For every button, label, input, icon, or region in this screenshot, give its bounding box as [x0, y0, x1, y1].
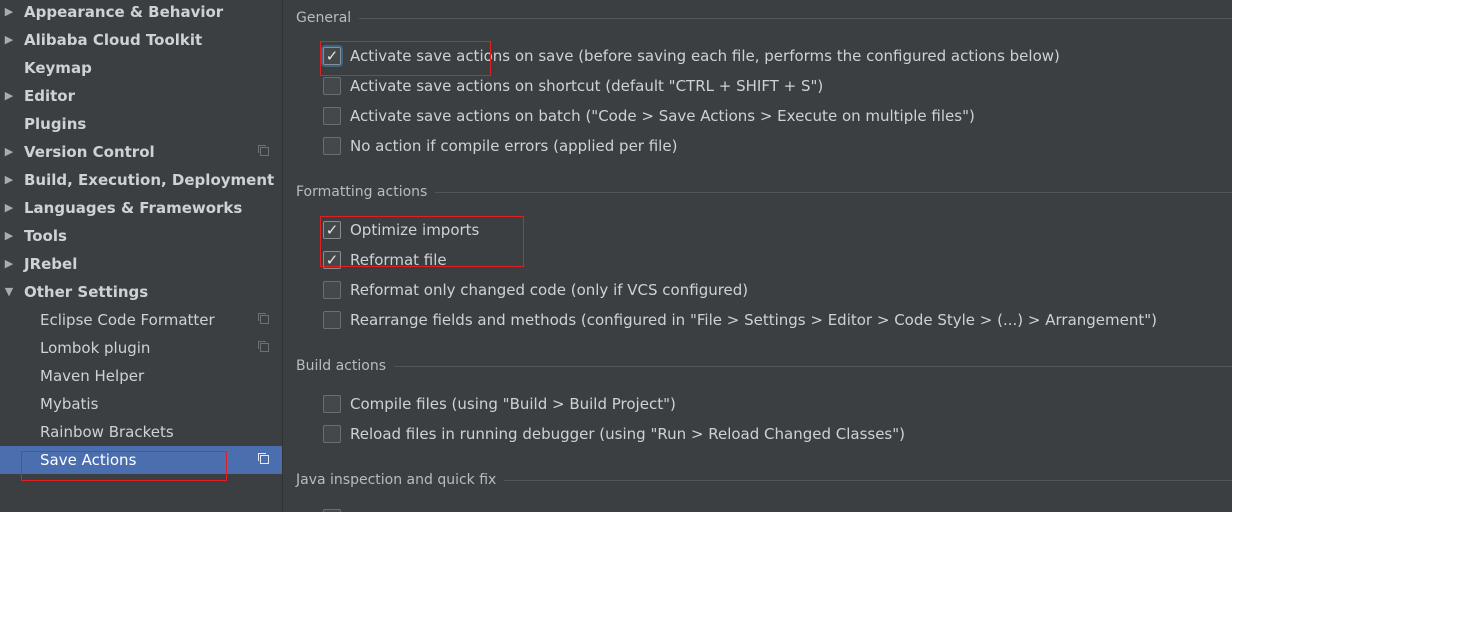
option-label: Reload files in running debugger (using … — [350, 425, 905, 443]
sidebar-item-label: Save Actions — [40, 451, 137, 469]
section-divider — [296, 366, 1232, 367]
sidebar-item-keymap[interactable]: Keymap — [0, 54, 282, 82]
reformat-changed-code-checkbox[interactable] — [323, 281, 341, 299]
activate-on-shortcut-checkbox[interactable] — [323, 77, 341, 95]
settings-sidebar: ▶ Appearance & Behavior ▶ Alibaba Cloud … — [0, 0, 283, 512]
sidebar-item-languages-frameworks[interactable]: ▶ Languages & Frameworks — [0, 194, 282, 222]
sidebar-item-label: Lombok plugin — [40, 339, 151, 357]
expand-arrow-icon[interactable]: ▶ — [3, 166, 15, 194]
section-general: General — [296, 8, 1232, 28]
option-label: Optimize imports — [350, 221, 480, 239]
sidebar-item-label: Eclipse Code Formatter — [40, 311, 215, 329]
section-title: General — [296, 10, 360, 26]
expand-arrow-icon[interactable]: ▶ — [3, 82, 15, 110]
section-java-inspection: Java inspection and quick fix — [296, 470, 1232, 490]
expand-arrow-icon[interactable]: ▶ — [3, 194, 15, 222]
section-divider — [296, 18, 1232, 19]
sidebar-item-tools[interactable]: ▶ Tools — [0, 222, 282, 250]
settings-window: ▶ Appearance & Behavior ▶ Alibaba Cloud … — [0, 0, 1232, 512]
section-title: Java inspection and quick fix — [296, 472, 505, 488]
option-label: Compile files (using "Build > Build Proj… — [350, 395, 676, 413]
sidebar-item-eclipse-code-formatter[interactable]: Eclipse Code Formatter — [0, 306, 282, 334]
sidebar-item-label: Other Settings — [24, 283, 149, 301]
no-action-compile-errors-checkbox[interactable] — [323, 137, 341, 155]
sidebar-item-label: Editor — [24, 87, 75, 105]
sidebar-item-label: Rainbow Brackets — [40, 423, 174, 441]
sidebar-item-label: Plugins — [24, 115, 87, 133]
expand-arrow-icon[interactable]: ▶ — [3, 0, 15, 26]
project-settings-icon — [258, 145, 269, 156]
option-label: Rearrange fields and methods (configured… — [350, 311, 1158, 329]
sidebar-item-label: Keymap — [24, 59, 92, 77]
sidebar-item-maven-helper[interactable]: Maven Helper — [0, 362, 282, 390]
sidebar-item-plugins[interactable]: Plugins — [0, 110, 282, 138]
collapse-arrow-icon[interactable]: ▼ — [3, 278, 15, 306]
section-divider — [296, 192, 1232, 193]
sidebar-item-label: Build, Execution, Deployment — [24, 171, 275, 189]
sidebar-item-jrebel[interactable]: ▶ JRebel — [0, 250, 282, 278]
save-actions-panel: General ✓ Activate save actions on save … — [283, 0, 1232, 512]
reload-files-checkbox[interactable] — [323, 425, 341, 443]
option-label: Reformat only changed code (only if VCS … — [350, 281, 749, 299]
expand-arrow-icon[interactable]: ▶ — [3, 250, 15, 278]
project-settings-icon — [258, 341, 269, 352]
sidebar-item-lombok-plugin[interactable]: Lombok plugin — [0, 334, 282, 362]
reformat-file-checkbox[interactable]: ✓ — [323, 251, 341, 269]
sidebar-item-label: Appearance & Behavior — [24, 3, 224, 21]
project-settings-icon — [258, 453, 269, 464]
sidebar-item-label: Maven Helper — [40, 367, 145, 385]
sidebar-item-build-execution-deployment[interactable]: ▶ Build, Execution, Deployment — [0, 166, 282, 194]
option-label: Activate save actions on batch ("Code > … — [350, 107, 975, 125]
sidebar-item-other-settings[interactable]: ▼ Other Settings — [0, 278, 282, 306]
sidebar-item-label: Tools — [24, 227, 67, 245]
expand-arrow-icon[interactable]: ▶ — [3, 138, 15, 166]
sidebar-item-version-control[interactable]: ▶ Version Control — [0, 138, 282, 166]
expand-arrow-icon[interactable]: ▶ — [3, 26, 15, 54]
expand-arrow-icon[interactable]: ▶ — [3, 222, 15, 250]
activate-on-batch-checkbox[interactable] — [323, 107, 341, 125]
option-label: No action if compile errors (applied per… — [350, 137, 678, 155]
sidebar-item-editor[interactable]: ▶ Editor — [0, 82, 282, 110]
option-label: Reformat file — [350, 251, 447, 269]
sidebar-item-mybatis[interactable]: Mybatis — [0, 390, 282, 418]
sidebar-item-alibaba-cloud-toolkit[interactable]: ▶ Alibaba Cloud Toolkit — [0, 26, 282, 54]
java-inspection-checkbox[interactable] — [323, 509, 341, 512]
section-title: Build actions — [296, 358, 394, 374]
section-formatting-actions: Formatting actions — [296, 182, 1232, 202]
activate-on-save-checkbox[interactable]: ✓ — [323, 47, 341, 65]
compile-files-checkbox[interactable] — [323, 395, 341, 413]
sidebar-item-save-actions[interactable]: Save Actions — [0, 446, 282, 474]
sidebar-item-label: JRebel — [24, 255, 78, 273]
section-build-actions: Build actions — [296, 356, 1232, 376]
option-label: Activate save actions on shortcut (defau… — [350, 77, 824, 95]
sidebar-item-label: Languages & Frameworks — [24, 199, 243, 217]
option-label: Activate save actions on save (before sa… — [350, 47, 1060, 65]
sidebar-item-appearance-behavior[interactable]: ▶ Appearance & Behavior — [0, 0, 282, 26]
optimize-imports-checkbox[interactable]: ✓ — [323, 221, 341, 239]
rearrange-fields-checkbox[interactable] — [323, 311, 341, 329]
sidebar-item-rainbow-brackets[interactable]: Rainbow Brackets — [0, 418, 282, 446]
sidebar-item-label: Mybatis — [40, 395, 99, 413]
sidebar-item-label: Alibaba Cloud Toolkit — [24, 31, 203, 49]
section-title: Formatting actions — [296, 184, 436, 200]
project-settings-icon — [258, 313, 269, 324]
sidebar-item-label: Version Control — [24, 143, 155, 161]
